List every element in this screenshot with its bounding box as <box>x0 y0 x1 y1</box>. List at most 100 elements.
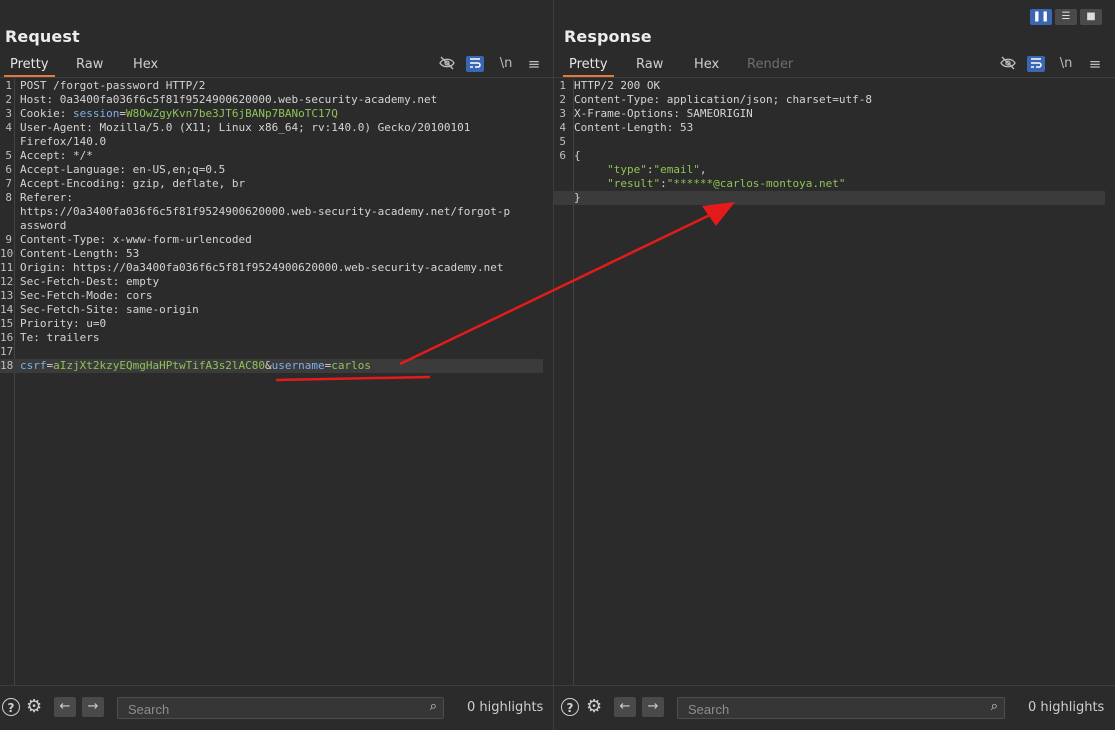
code-token: , <box>699 163 707 176</box>
menu-icon[interactable]: ≡ <box>1086 56 1104 72</box>
code-token: csrf <box>20 359 47 372</box>
response-title: Response <box>564 27 652 46</box>
wrap-icon[interactable] <box>1027 56 1045 72</box>
line-number: 4 <box>5 121 12 134</box>
gear-icon[interactable]: ⚙ <box>26 696 42 717</box>
line-number: 2 <box>559 93 566 106</box>
response-code-line: 6{ <box>554 149 1105 163</box>
response-editor[interactable]: 1 HTTP/2 200 OK 2 Content-Type: application… <box>554 79 1115 686</box>
line-number: 14 <box>0 303 14 316</box>
code-token: Accept: */* <box>20 149 93 162</box>
code-token: 0a3400fa036f6c5f81f9524900620000.web-sec… <box>59 93 438 106</box>
code-token: carlos <box>331 359 372 372</box>
request-code-line: 14 Sec-Fetch-Site: same-origin <box>0 303 543 317</box>
request-code-line: Firefox/140.0 <box>0 135 543 149</box>
response-tab-hex[interactable]: Hex <box>694 55 719 75</box>
line-number: 5 <box>559 135 566 148</box>
layout-stacked-icon[interactable]: ☰ <box>1055 9 1077 25</box>
response-code-line: "result":"******@carlos-montoya.net" <box>554 177 1105 191</box>
request-code-line: 10 Content-Length: 53 <box>0 247 543 261</box>
request-search-input[interactable] <box>126 700 410 718</box>
help-icon[interactable]: ? <box>561 698 579 716</box>
line-number: 5 <box>5 149 12 162</box>
response-code-line: 4 Content-Length: 53 <box>554 121 1105 135</box>
code-token: username <box>271 359 325 372</box>
request-editor[interactable]: 1 POST /forgot-password HTTP/2 2 Host: 0a34… <box>0 79 553 686</box>
line-content: Accept-Encoding: gzip, deflate, br <box>20 177 245 191</box>
code-token: Accept-Language: en-US,en;q=0.5 <box>20 163 226 176</box>
code-token: Priority: u=0 <box>20 317 107 330</box>
request-code-line: 4 User-Agent: Mozilla/5.0 (X11; Linux x86… <box>0 121 543 135</box>
response-code-line: 3 X-Frame-Options: SAMEORIGIN <box>554 107 1105 121</box>
request-pane: Request Pretty Raw Hex \n ≡ 1 POST /forgo… <box>0 0 554 730</box>
code-token: Origin: https://0a3400fa036f6c5f81f95249… <box>20 261 504 274</box>
line-number: 6 <box>5 163 12 176</box>
response-tab-pretty[interactable]: Pretty <box>563 55 614 77</box>
line-content: User-Agent: Mozilla/5.0 (X11; Linux x86_… <box>20 121 470 135</box>
request-code-line: 18 csrf=aIzjXt2kzyEQmgHaHPtwTifA3s2lAC80&… <box>0 359 543 373</box>
back-arrow-icon[interactable]: ← <box>54 697 76 717</box>
code-token: POST /forgot-password HTTP/2 <box>20 79 206 92</box>
line-number: 17 <box>0 345 14 358</box>
code-token: Host: <box>20 93 60 106</box>
request-tab-hex[interactable]: Hex <box>133 55 158 75</box>
line-content: https://0a3400fa036f6c5f81f9524900620000… <box>20 205 510 219</box>
newline-icon[interactable]: \n <box>1057 56 1075 72</box>
request-tab-raw[interactable]: Raw <box>76 55 103 75</box>
code-token: session <box>72 107 120 120</box>
line-content: Content-Length: 53 <box>20 247 139 261</box>
request-code-line: 12 Sec-Fetch-Dest: empty <box>0 275 543 289</box>
code-token: & <box>265 359 272 372</box>
line-content: csrf=aIzjXt2kzyEQmgHaHPtwTifA3s2lAC80&us… <box>20 359 371 373</box>
response-code-line: } <box>554 191 1105 205</box>
request-code-line: 6 Accept-Language: en-US,en;q=0.5 <box>0 163 543 177</box>
response-tab-render: Render <box>747 57 794 72</box>
request-code-line: 17 <box>0 345 543 359</box>
code-token: Referer: <box>20 191 73 204</box>
code-token: "******@carlos-montoya.net" <box>666 177 846 190</box>
response-highlights-count: 0 highlights <box>1028 700 1105 715</box>
code-token: Te: trailers <box>20 331 100 344</box>
line-content: Te: trailers <box>20 331 99 345</box>
line-content: Sec-Fetch-Dest: empty <box>20 275 159 289</box>
forward-arrow-icon[interactable]: → <box>642 697 664 717</box>
help-icon[interactable]: ? <box>2 698 20 716</box>
search-icon[interactable]: ⌕ <box>430 699 437 714</box>
gear-icon[interactable]: ⚙ <box>586 696 602 717</box>
line-content: Cookie: session=W8OwZgyKvn7be3JT6jBANp7B… <box>20 107 338 121</box>
line-number: 18 <box>0 359 14 372</box>
code-token: Sec-Fetch-Mode: cors <box>20 289 153 302</box>
request-code-line: https://0a3400fa036f6c5f81f9524900620000… <box>0 205 543 219</box>
code-token: aIzjXt2kzyEQmgHaHPtwTifA3s2lAC80 <box>53 359 266 372</box>
request-code-line: 1 POST /forgot-password HTTP/2 <box>0 79 543 93</box>
request-code-line: 7 Accept-Encoding: gzip, deflate, br <box>0 177 543 191</box>
eye-off-icon[interactable] <box>999 56 1017 72</box>
line-content: { <box>574 149 581 163</box>
response-code-line: 2 Content-Type: application/json; charset… <box>554 93 1105 107</box>
menu-icon[interactable]: ≡ <box>525 56 543 72</box>
response-pane: ❚❚ ☰ ■ Response Pretty Raw Hex Render \n… <box>554 0 1115 730</box>
forward-arrow-icon[interactable]: → <box>82 697 104 717</box>
search-icon[interactable]: ⌕ <box>991 699 998 714</box>
layout-side-by-side-icon[interactable]: ❚❚ <box>1030 9 1052 25</box>
line-content: Sec-Fetch-Mode: cors <box>20 289 152 303</box>
request-code-line: 3 Cookie: session=W8OwZgyKvn7be3JT6jBANp7… <box>0 107 543 121</box>
layout-single-icon[interactable]: ■ <box>1080 9 1102 25</box>
code-token: X-Frame-Options: SAMEORIGIN <box>574 107 753 120</box>
line-number: 1 <box>5 79 12 92</box>
code-token: assword <box>20 219 67 232</box>
back-arrow-icon[interactable]: ← <box>614 697 636 717</box>
request-tab-pretty[interactable]: Pretty <box>4 55 55 77</box>
line-number: 10 <box>0 247 14 260</box>
wrap-icon[interactable] <box>466 56 484 72</box>
request-title: Request <box>5 27 80 46</box>
code-token: Sec-Fetch-Dest: empty <box>20 275 160 288</box>
newline-icon[interactable]: \n <box>497 56 515 72</box>
eye-off-icon[interactable] <box>438 56 456 72</box>
line-content: Sec-Fetch-Site: same-origin <box>20 303 199 317</box>
line-number: 2 <box>5 93 12 106</box>
response-search-input[interactable] <box>686 700 970 718</box>
request-code-line: 9 Content-Type: x-www-form-urlencoded <box>0 233 543 247</box>
response-tab-raw[interactable]: Raw <box>636 55 663 75</box>
code-token: "email" <box>653 163 700 176</box>
